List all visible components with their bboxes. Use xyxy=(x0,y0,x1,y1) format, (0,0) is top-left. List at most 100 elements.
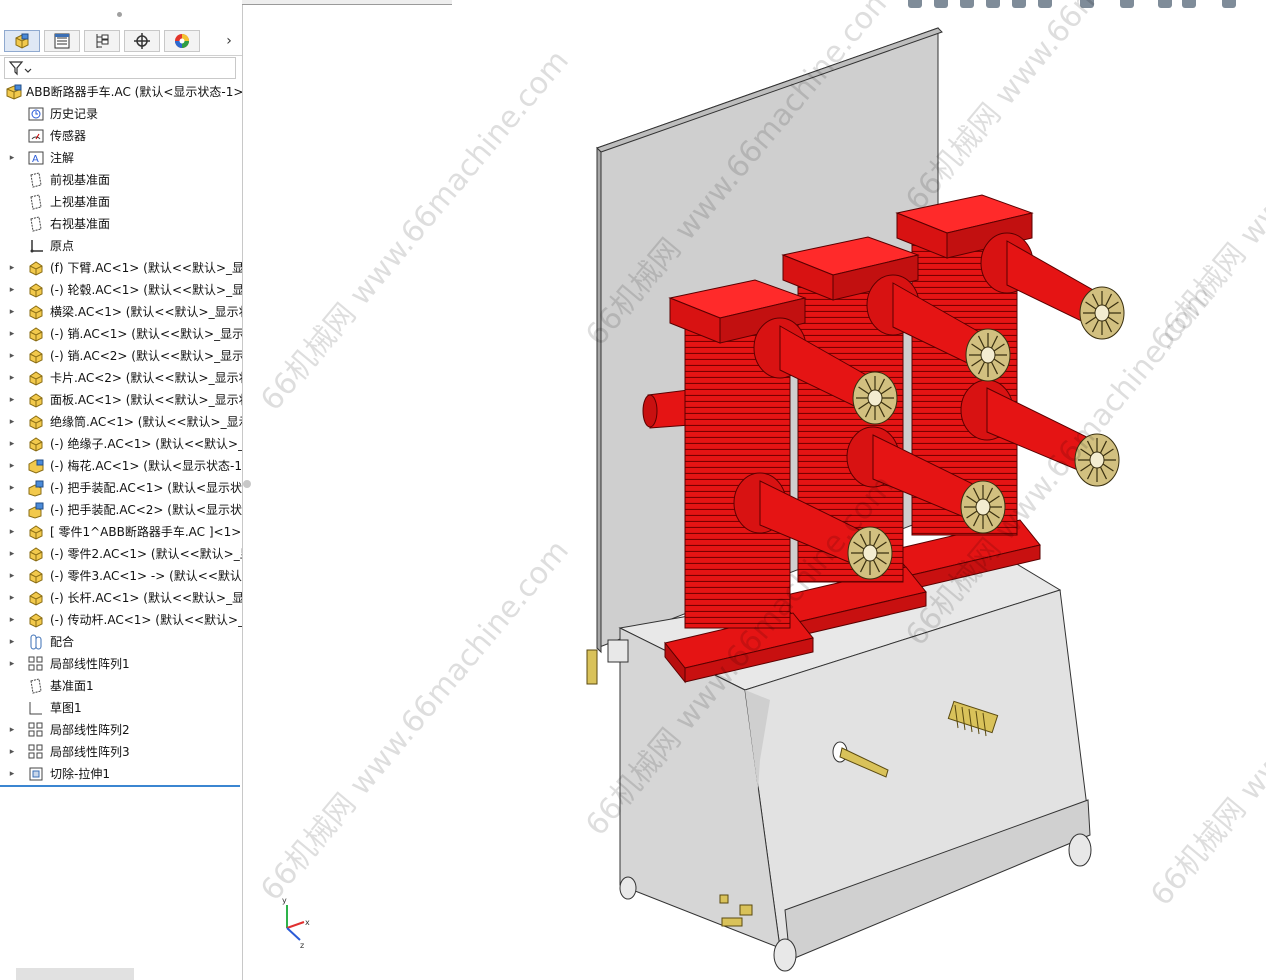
expand-arrow-icon[interactable]: ▸ xyxy=(7,389,17,411)
tree-item[interactable]: ▸ 切除-拉伸1 xyxy=(0,763,242,785)
plane-icon xyxy=(30,172,42,188)
tree-item[interactable]: ▸ (-) 传动杆.AC<1> (默认<<默认>_显 xyxy=(0,609,242,631)
tab-dimxpert-manager[interactable] xyxy=(124,30,160,52)
expand-arrow-icon[interactable]: ▸ xyxy=(7,455,17,477)
horizontal-scrollbar[interactable] xyxy=(16,968,134,980)
tree-item[interactable]: ▸ (-) 绝缘子.AC<1> (默认<<默认>_显 xyxy=(0,433,242,455)
tree-item-label: (-) 销.AC<2> (默认<<默认>_显示状 xyxy=(50,349,243,363)
expand-arrow-icon[interactable]: ▸ xyxy=(7,719,17,741)
tree-item[interactable]: ▸ [ 零件1^ABB断路器手车.AC ]<1> - xyxy=(0,521,242,543)
expand-arrow-icon[interactable]: ▸ xyxy=(7,741,17,763)
part-icon xyxy=(29,525,43,540)
expand-arrow-icon[interactable]: ▸ xyxy=(7,367,17,389)
tree-item[interactable]: ▸ 横梁.AC<1> (默认<<默认>_显示状 xyxy=(0,301,242,323)
tree-item-label: 绝缘筒.AC<1> (默认<<默认>_显示 xyxy=(50,415,243,429)
tree-item[interactable]: 历史记录 xyxy=(0,103,242,125)
expand-arrow-icon[interactable]: ▸ xyxy=(7,609,17,631)
plane-icon xyxy=(30,678,42,694)
expand-arrow-icon[interactable]: ▸ xyxy=(7,521,17,543)
tree-item-label: 历史记录 xyxy=(50,107,99,121)
graphics-area[interactable]: y x z 66机械网 www.66machine.com 66机械网 www.6… xyxy=(243,0,1266,980)
part-icon xyxy=(29,415,43,430)
filter-icon[interactable] xyxy=(8,60,32,76)
tree-item-label: (f) 下臂.AC<1> (默认<<默认>_显示状 xyxy=(50,261,243,275)
tree-item[interactable]: ▸ (-) 把手装配.AC<2> (默认<显示状态 xyxy=(0,499,242,521)
tree-item-label: (-) 销.AC<1> (默认<<默认>_显示状 xyxy=(50,327,243,341)
tree-item[interactable]: ▸ (f) 下臂.AC<1> (默认<<默认>_显示状 xyxy=(0,257,242,279)
tree-item[interactable]: ▸ 局部线性阵列1 xyxy=(0,653,242,675)
part-icon xyxy=(29,327,43,342)
pattern-icon xyxy=(28,656,43,671)
tree-item[interactable]: 原点 xyxy=(0,235,242,257)
tree-item[interactable]: ▸ (-) 长杆.AC<1> (默认<<默认>_显示 xyxy=(0,587,242,609)
part-icon xyxy=(29,591,43,606)
tab-configuration-manager[interactable] xyxy=(84,30,120,52)
tree-item-label: 切除-拉伸1 xyxy=(50,767,110,781)
assembly-icon xyxy=(6,84,22,100)
wheel xyxy=(1068,833,1092,867)
expand-arrow-icon[interactable]: ▸ xyxy=(7,147,17,169)
assembly-icon xyxy=(28,459,44,474)
tree-item[interactable]: 草图1 xyxy=(0,697,242,719)
tree-item[interactable]: ▸ 绝缘筒.AC<1> (默认<<默认>_显示 xyxy=(0,411,242,433)
tree-item[interactable]: 基准面1 xyxy=(0,675,242,697)
tree-item-label: 局部线性阵列1 xyxy=(50,657,130,671)
tree-item[interactable]: ▸ 面板.AC<1> (默认<<默认>_显示状 xyxy=(0,389,242,411)
tree-item[interactable]: ▸ (-) 销.AC<1> (默认<<默认>_显示状 xyxy=(0,323,242,345)
tree-item[interactable]: ▸ A 注解 xyxy=(0,147,242,169)
tree-item-label: (-) 把手装配.AC<2> (默认<显示状态 xyxy=(50,503,243,517)
tree-end-line xyxy=(0,785,240,787)
part-icon xyxy=(29,437,43,452)
tree-item[interactable]: ▸ (-) 零件3.AC<1> -> (默认<<默认>_ xyxy=(0,565,242,587)
tab-display-manager[interactable] xyxy=(164,30,200,52)
part-icon xyxy=(29,261,43,276)
tree-item-label: 草图1 xyxy=(50,701,82,715)
tree-item[interactable]: ▸ (-) 销.AC<2> (默认<<默认>_显示状 xyxy=(0,345,242,367)
tree-item[interactable]: ▸ 配合 xyxy=(0,631,242,653)
tree-item[interactable]: ▸ 局部线性阵列2 xyxy=(0,719,242,741)
filter-box[interactable] xyxy=(4,57,236,79)
expand-arrow-icon[interactable]: ▸ xyxy=(7,411,17,433)
tree-item-label: (-) 长杆.AC<1> (默认<<默认>_显示 xyxy=(50,591,243,605)
model-view[interactable]: y x z xyxy=(243,0,1266,980)
part-icon xyxy=(29,569,43,584)
expand-arrow-icon[interactable]: ▸ xyxy=(7,433,17,455)
panel-grip[interactable] xyxy=(117,12,122,17)
tree-item[interactable]: ▸ 局部线性阵列3 xyxy=(0,741,242,763)
tree-item[interactable]: 前视基准面 xyxy=(0,169,242,191)
expand-arrow-icon[interactable]: ▸ xyxy=(7,257,17,279)
tree-item[interactable]: ▸ (-) 梅花.AC<1> (默认<显示状态-1> xyxy=(0,455,242,477)
svg-text:x: x xyxy=(305,918,310,927)
pole-assembly xyxy=(891,194,1125,591)
expand-arrow-icon[interactable]: ▸ xyxy=(7,631,17,653)
pattern-icon xyxy=(28,744,43,759)
expand-arrow-icon[interactable]: ▸ xyxy=(7,565,17,587)
plane-icon xyxy=(30,194,42,210)
chevron-right-icon[interactable]: › xyxy=(218,30,240,52)
expand-arrow-icon[interactable]: ▸ xyxy=(7,499,17,521)
expand-arrow-icon[interactable]: ▸ xyxy=(7,763,17,785)
expand-arrow-icon[interactable]: ▸ xyxy=(7,323,17,345)
tree-item[interactable]: ▸ (-) 零件2.AC<1> (默认<<默认>_显 xyxy=(0,543,242,565)
expand-arrow-icon[interactable]: ▸ xyxy=(7,653,17,675)
expand-arrow-icon[interactable]: ▸ xyxy=(7,279,17,301)
tree-root[interactable]: ABB断路器手车.AC (默认<显示状态-1>) xyxy=(0,81,242,103)
tree-item[interactable]: ▸ (-) 轮毂.AC<1> (默认<<默认>_显示状 xyxy=(0,279,242,301)
tree-item-label: 局部线性阵列3 xyxy=(50,745,130,759)
tree-item[interactable]: ▸ (-) 把手装配.AC<1> (默认<显示状态 xyxy=(0,477,242,499)
svg-text:A: A xyxy=(32,154,39,165)
wheel xyxy=(619,876,637,900)
tree-item[interactable]: 上视基准面 xyxy=(0,191,242,213)
expand-arrow-icon[interactable]: ▸ xyxy=(7,345,17,367)
tree-item-label: 基准面1 xyxy=(50,679,94,693)
property-manager-icon xyxy=(54,33,70,49)
expand-arrow-icon[interactable]: ▸ xyxy=(7,543,17,565)
tree-item[interactable]: ▸ 卡片.AC<2> (默认<<默认>_显示状 xyxy=(0,367,242,389)
tab-property-manager[interactable] xyxy=(44,30,80,52)
expand-arrow-icon[interactable]: ▸ xyxy=(7,301,17,323)
expand-arrow-icon[interactable]: ▸ xyxy=(7,587,17,609)
tree-item[interactable]: 右视基准面 xyxy=(0,213,242,235)
tree-item[interactable]: 传感器 xyxy=(0,125,242,147)
tab-feature-manager[interactable] xyxy=(4,30,40,52)
expand-arrow-icon[interactable]: ▸ xyxy=(7,477,17,499)
